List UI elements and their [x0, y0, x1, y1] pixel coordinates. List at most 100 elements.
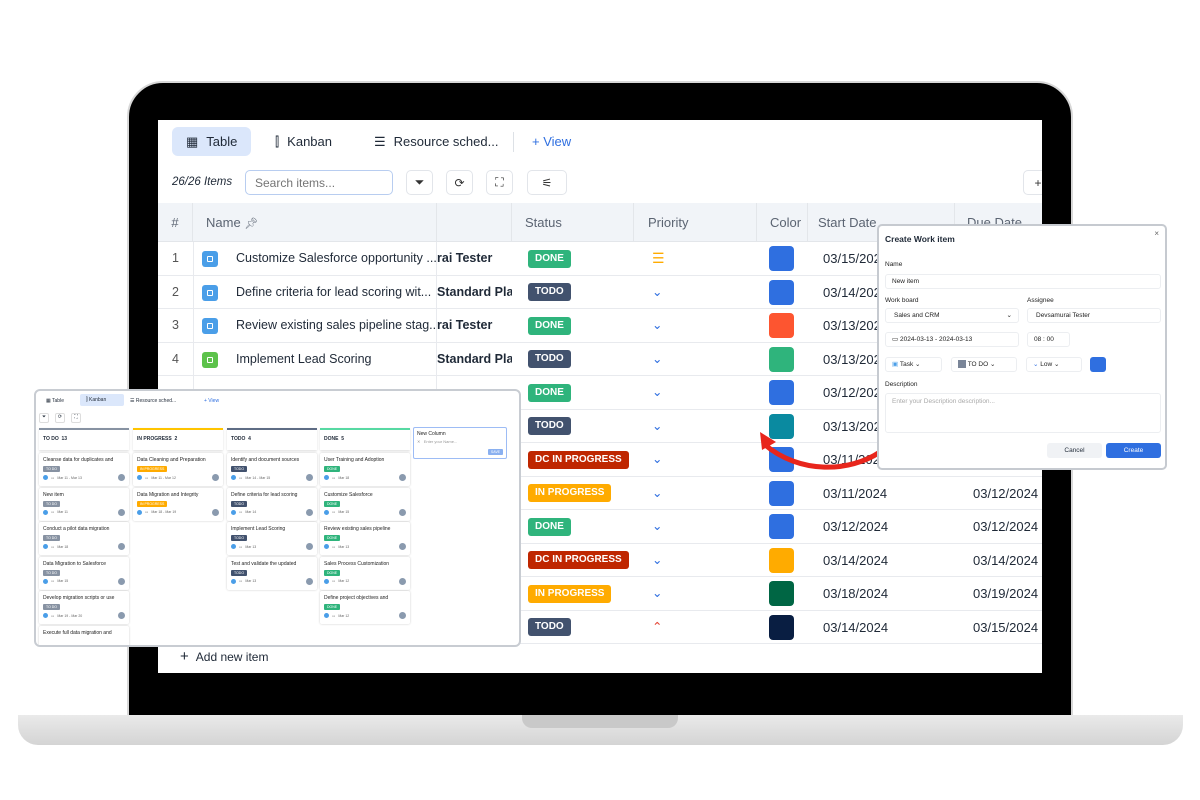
row-status[interactable]: DC IN PROGRESS — [528, 544, 638, 577]
task-type-icon — [43, 613, 48, 619]
kanban-card[interactable]: Review existing sales pipeline DONE ▭ Mar… — [320, 522, 410, 556]
search-input[interactable] — [245, 170, 393, 195]
status-select[interactable]: TO DO ⌄ — [951, 357, 1017, 372]
k-tab-resource[interactable]: ☰ Resource sched... — [130, 395, 176, 407]
row-priority[interactable]: ⌄ — [652, 510, 692, 543]
kanban-card[interactable]: Data Migration to Salesforce TO DO ▭ Mar … — [39, 556, 129, 590]
priority-low-icon: ⌄ — [1033, 361, 1039, 368]
k-fullscreen-icon[interactable]: ⛶ — [71, 413, 81, 423]
kanban-card[interactable]: Cleanse data for duplicates and TO DO ▭ M… — [39, 453, 129, 486]
row-color[interactable] — [757, 309, 808, 342]
row-color[interactable] — [757, 477, 808, 510]
new-column-save[interactable]: SAVE — [487, 449, 503, 455]
row-name[interactable]: Review existing sales pipeline stag... — [193, 309, 437, 342]
col-name[interactable]: Name 📌︎ — [193, 203, 437, 242]
row-priority[interactable]: ⌄ — [652, 477, 692, 510]
priority-select[interactable]: ⌄ Low ⌄ — [1026, 357, 1082, 372]
add-view-button[interactable]: + View — [518, 127, 585, 156]
row-priority[interactable]: ⌄ — [652, 276, 692, 309]
color-picker[interactable] — [1090, 357, 1106, 372]
row-status[interactable]: TODO — [528, 611, 638, 644]
row-start-date: 03/14/2024 — [823, 619, 889, 635]
add-new-item-button[interactable]: + Add new item — [180, 648, 268, 665]
row-status[interactable]: DONE — [528, 242, 638, 275]
new-column-input[interactable]: ✕ Enter your Name... — [417, 439, 503, 444]
row-priority[interactable]: ⌄ — [652, 309, 692, 342]
row-priority[interactable]: ☰ — [652, 242, 692, 275]
close-icon[interactable]: × — [1154, 229, 1159, 238]
row-color[interactable] — [757, 343, 808, 376]
kanban-card[interactable]: Define criteria for lead scoring TODO ▭ M… — [227, 487, 317, 521]
row-priority[interactable]: ⌃ — [652, 611, 692, 644]
kanban-card[interactable]: Sales Process Customization DONE ▭ Mar 12 — [320, 556, 410, 590]
tab-table[interactable]: ▦ Table — [172, 127, 252, 156]
kanban-card[interactable]: Conduct a pilot data migration TO DO ▭ Ma… — [39, 522, 129, 556]
add-button[interactable]: + — [1023, 170, 1042, 195]
kanban-card[interactable]: New item TO DO ▭ Mar 11 — [39, 487, 129, 521]
row-color[interactable] — [757, 376, 808, 409]
date-range-field[interactable]: ▭ 2024-03-13 - 2024-03-13 — [885, 332, 1019, 347]
row-status[interactable]: DC IN PROGRESS — [528, 443, 638, 476]
row-name[interactable]: Define criteria for lead scoring wit... — [193, 275, 437, 309]
row-status[interactable]: DONE — [528, 309, 638, 342]
row-status[interactable]: DONE — [528, 510, 638, 543]
col-color[interactable]: Color — [757, 203, 808, 242]
kanban-card[interactable]: Identify and document sources TODO ▭ Mar … — [227, 453, 317, 486]
name-field[interactable]: New item — [885, 274, 1161, 289]
filter-button[interactable]: ⏷ — [406, 170, 433, 195]
row-status[interactable]: IN PROGRESS — [528, 477, 638, 510]
col-priority[interactable]: Priority — [634, 203, 757, 242]
row-status[interactable]: DONE — [528, 376, 638, 409]
row-status[interactable]: TODO — [528, 276, 638, 309]
k-filter-icon[interactable]: ⏷ — [39, 413, 49, 423]
board-select[interactable]: Sales and CRM ⌄ — [885, 308, 1019, 323]
k-add-view[interactable]: + View — [204, 395, 219, 407]
card-badge: IN PROGRESS — [137, 466, 168, 472]
task-type-icon — [324, 509, 329, 515]
k-tab-kanban[interactable]: ⫿ Kanban — [80, 394, 124, 406]
row-priority[interactable]: ⌄ — [652, 343, 692, 376]
row-color[interactable] — [757, 544, 808, 577]
kanban-card[interactable]: Customize Salesforce DONE ▭ Mar 15 — [320, 487, 410, 521]
row-number: 2 — [172, 284, 179, 299]
description-field[interactable]: Enter your Description description... — [885, 393, 1161, 433]
kanban-card[interactable]: Develop migration scripts or use TO DO ▭… — [39, 591, 129, 625]
k-refresh-icon[interactable]: ⟳ — [55, 413, 65, 423]
settings-button[interactable]: ⚟ — [527, 170, 567, 195]
refresh-button[interactable]: ⟳ — [446, 170, 473, 195]
assignee-field[interactable]: Devsamurai Tester — [1027, 308, 1161, 323]
kanban-card[interactable]: Data Cleaning and Preparation IN PROGRES… — [133, 453, 223, 486]
row-color[interactable] — [757, 510, 808, 543]
kanban-card[interactable]: User Training and Adoption DONE ▭ Mar 18 — [320, 453, 410, 486]
kanban-card[interactable]: Execute full data migration and — [39, 626, 129, 645]
create-button[interactable]: Create — [1106, 443, 1161, 458]
row-priority[interactable]: ⌄ — [652, 577, 692, 610]
row-status[interactable]: IN PROGRESS — [528, 577, 638, 610]
row-color[interactable] — [757, 242, 808, 275]
kanban-card[interactable]: Define project objectives and DONE ▭ Mar … — [320, 591, 410, 625]
tab-kanban[interactable]: ⫿ Kanban — [261, 127, 346, 156]
col-status[interactable]: Status — [512, 203, 634, 242]
board-label: Work board — [885, 297, 919, 304]
tab-resource-schedule[interactable]: ☰ Resource sched... — [360, 127, 512, 156]
kanban-card[interactable]: Test and validate the updated TODO ▭ Mar … — [227, 556, 317, 590]
k-tab-table[interactable]: ▦ Table — [42, 395, 72, 407]
row-priority[interactable]: ⌄ — [652, 410, 692, 443]
row-color[interactable] — [757, 611, 808, 644]
row-color[interactable] — [757, 276, 808, 309]
row-name[interactable]: Implement Lead Scoring — [193, 342, 437, 376]
row-priority[interactable]: ⌄ — [652, 376, 692, 409]
kanban-card[interactable]: Data Migration and Integrity IN PROGRESS… — [133, 487, 223, 521]
row-status[interactable]: TODO — [528, 343, 638, 376]
row-status[interactable]: TODO — [528, 410, 638, 443]
row-color[interactable] — [757, 577, 808, 610]
row-priority[interactable]: ⌄ — [652, 544, 692, 577]
row-priority[interactable]: ⌄ — [652, 443, 692, 476]
kanban-card[interactable]: Implement Lead Scoring TODO ▭ Mar 13 — [227, 522, 317, 556]
type-select[interactable]: ▣ Task ⌄ — [885, 357, 942, 372]
fullscreen-button[interactable]: ⛶ — [486, 170, 513, 195]
row-name[interactable]: Customize Salesforce opportunity ... — [193, 242, 437, 275]
cancel-button[interactable]: Cancel — [1047, 443, 1102, 458]
col-assignee[interactable] — [437, 203, 512, 242]
time-field[interactable]: 08 : 00 — [1027, 332, 1070, 347]
